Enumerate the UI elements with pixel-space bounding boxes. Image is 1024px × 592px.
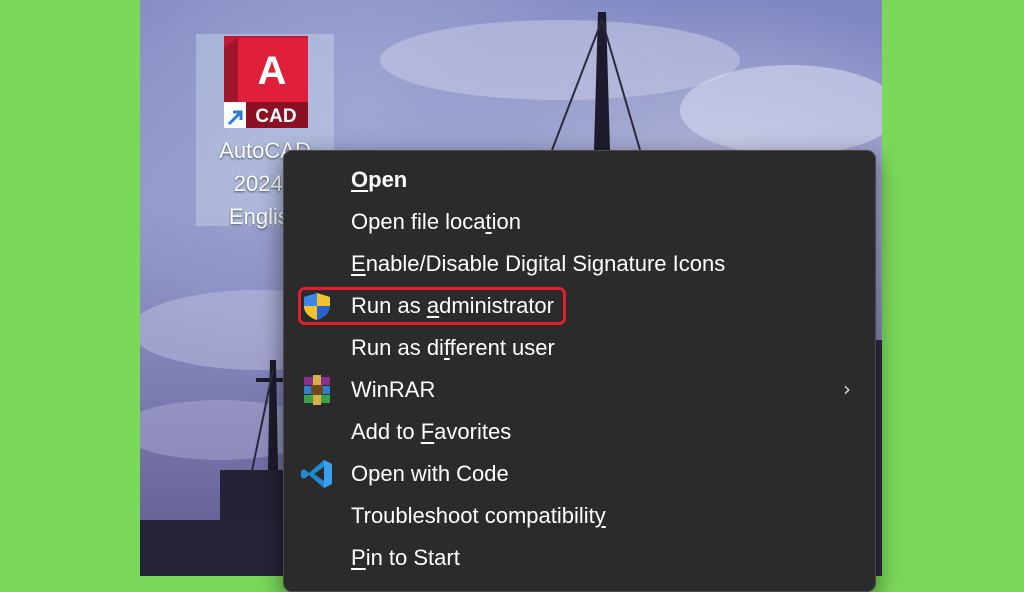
chevron-right-icon: › bbox=[843, 377, 851, 401]
autocad-logo-badge: CAD bbox=[255, 106, 296, 127]
menu-item-label: Open file location bbox=[351, 209, 522, 234]
menu-item[interactable]: Open with Code bbox=[284, 453, 875, 495]
menu-item-label: Run as different user bbox=[351, 335, 555, 360]
autocad-logo-letter: A bbox=[258, 49, 287, 93]
menu-item-label: Add to Favorites bbox=[351, 419, 512, 444]
menu-item-label: Enable/Disable Digital Signature Icons bbox=[351, 251, 726, 276]
menu-item-label: Pin to Start bbox=[351, 545, 460, 570]
highlight-box bbox=[298, 287, 566, 325]
context-menu: Open Open file location Enable/Disable Dig… bbox=[283, 150, 876, 592]
menu-item-label: Troubleshoot compatibility bbox=[351, 503, 606, 528]
autocad-app-icon[interactable]: A CAD bbox=[224, 36, 308, 128]
winrar-icon bbox=[300, 375, 334, 405]
menu-item[interactable]: Pin to Start bbox=[284, 537, 875, 579]
menu-item[interactable]: Troubleshoot compatibility bbox=[284, 495, 875, 537]
menu-item[interactable]: Open bbox=[284, 159, 875, 201]
menu-item[interactable]: Add to Favorites bbox=[284, 411, 875, 453]
menu-item-label: WinRAR bbox=[351, 377, 436, 402]
menu-item[interactable]: Enable/Disable Digital Signature Icons bbox=[284, 243, 875, 285]
menu-item-label: Open bbox=[351, 167, 408, 192]
menu-item-label: Open with Code bbox=[351, 461, 509, 486]
menu-item[interactable]: WinRAR › bbox=[284, 369, 875, 411]
menu-item[interactable]: Open file location bbox=[284, 201, 875, 243]
vscode-icon bbox=[300, 459, 334, 489]
menu-item[interactable]: Run as different user bbox=[284, 327, 875, 369]
